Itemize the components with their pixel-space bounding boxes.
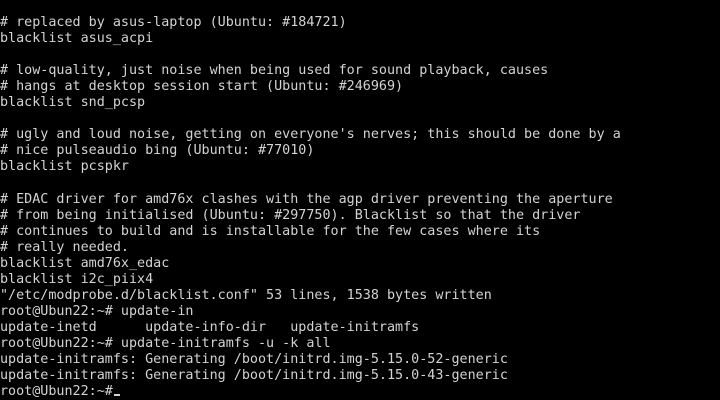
terminal-line: blacklist asus_acpi: [0, 31, 154, 47]
terminal-line: blacklist i2c_piix4: [0, 271, 154, 287]
terminal-line: # EDAC driver for amd76x clashes with th…: [0, 191, 613, 207]
terminal-line: # low-quality, just noise when being use…: [0, 63, 549, 79]
terminal-line: # hangs at desktop session start (Ubuntu…: [0, 79, 404, 95]
terminal-line: blacklist snd_pcsp: [0, 95, 146, 111]
text-cursor: [113, 394, 120, 397]
terminal-line: # really needed.: [0, 239, 129, 255]
terminal-line: # replaced by asus-laptop (Ubuntu: #1847…: [0, 15, 347, 30]
terminal-line: root@Ubun22:~# update-in: [0, 303, 194, 319]
terminal-window[interactable]: # replaced by asus-laptop (Ubuntu: #1847…: [0, 15, 720, 400]
terminal-line: # from being initialised (Ubuntu: #29775…: [0, 207, 581, 223]
terminal-line: # ugly and loud noise, getting on everyo…: [0, 127, 621, 143]
terminal-line: # nice pulseaudio bing (Ubuntu: #77010): [0, 143, 315, 159]
terminal-prompt-line[interactable]: root@Ubun22:~#: [0, 384, 720, 400]
terminal-line: root@Ubun22:~# update-initramfs -u -k al…: [0, 335, 331, 351]
terminal-line: blacklist pcspkr: [0, 159, 129, 175]
terminal-line: update-inetd update-info-dir update-init…: [0, 319, 420, 335]
terminal-line: "/etc/modprobe.d/blacklist.conf" 53 line…: [0, 287, 492, 303]
terminal-line: update-initramfs: Generating /boot/initr…: [0, 351, 508, 367]
terminal-line: update-initramfs: Generating /boot/initr…: [0, 368, 508, 384]
terminal-line: blacklist amd76x_edac: [0, 255, 170, 271]
terminal-line: # continues to build and is installable …: [0, 223, 541, 239]
shell-prompt: root@Ubun22:~#: [0, 384, 113, 400]
